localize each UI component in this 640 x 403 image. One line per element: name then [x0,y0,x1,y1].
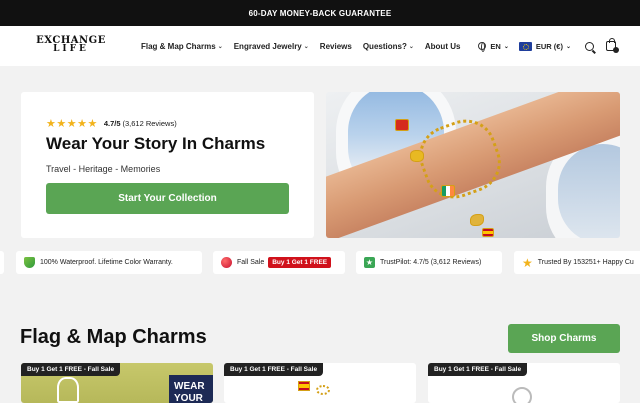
rating-count: (3,612 Reviews) [122,119,177,128]
cart-count-dot [613,47,619,53]
nav-item-engraved-jewelry[interactable]: Engraved Jewelry ⌄ [234,42,309,51]
irish-flag-charm [441,185,455,197]
product-card[interactable]: Buy 1 Get 1 FREE - Fall Sale [224,363,416,403]
hero-rating: ★★★★★ 4.7/5 (3,612 Reviews) [46,117,177,130]
shield-icon [24,257,35,268]
chevron-down-icon: ⌄ [503,43,509,50]
sale-badge: Buy 1 Get 1 FREE - Fall Sale [428,363,528,376]
nav-item-flag-map-charms[interactable]: Flag & Map Charms ⌄ [141,42,223,51]
product-image [512,387,532,403]
currency-label: EUR (€) [535,41,563,51]
spanish-flag-charm [482,228,494,237]
nav-item-label: Engraved Jewelry [233,41,302,51]
shop-charms-button[interactable]: Shop Charms [508,324,620,353]
hero-subtitle: Travel - Heritage - Memories [46,164,161,174]
globe-icon [478,42,487,52]
feature-text: 100% Waterproof. Lifetime Color Warranty… [40,259,173,266]
nav-item-questions[interactable]: Questions? ⌄ [363,42,414,51]
feature-pill: Fall Sale Buy 1 Get 1 FREE [213,251,345,274]
nav-item-label: About Us [424,41,461,51]
nav-item-about-us[interactable]: About Us [425,42,461,51]
chevron-down-icon: ⌄ [217,43,223,50]
rating-stars: ★★★★★ [46,118,98,130]
feature-text: TrustPilot: 4.7/5 (3,612 Reviews) [380,259,482,266]
feature-pill: 100% Waterproof. Lifetime Color Warranty… [16,251,202,274]
map-charm [410,150,424,162]
bag-icon[interactable] [606,38,619,53]
eu-flag-icon [518,41,532,51]
product-card[interactable]: WEAR YOUR Buy 1 Get 1 FREE - Fall Sale [21,363,213,403]
announcement-bar: 60-DAY MONEY-BACK GUARANTEE [0,0,640,26]
ball-icon [221,257,232,268]
nav-utilities: EN ⌄ EUR (€) ⌄ [468,26,619,66]
currency-selector[interactable]: EUR (€) ⌄ [518,41,571,51]
product-image [57,377,79,403]
nav-item-label: Questions? [362,41,407,51]
chevron-down-icon: ⌄ [303,43,309,50]
star-icon: ★ [522,255,533,270]
hero-title: Wear Your Story In Charms [46,134,266,153]
section-title: Flag & Map Charms [20,326,207,348]
main-navigation: EXCHANGE LIFE Flag & Map Charms ⌄ Engrav… [0,26,640,66]
feature-pill-partial [0,251,4,274]
chevron-down-icon: ⌄ [408,43,414,50]
feature-strip: 100% Waterproof. Lifetime Color Warranty… [0,251,640,274]
swiss-flag-charm [395,119,409,131]
logo[interactable]: EXCHANGE LIFE [36,36,106,54]
hero-card: ★★★★★ 4.7/5 (3,612 Reviews) Wear Your St… [21,92,314,238]
announcement-text: 60-DAY MONEY-BACK GUARANTEE [248,8,392,18]
language-selector[interactable]: EN ⌄ [478,41,509,52]
feature-pill: ★ Trusted By 153251+ Happy Cu [514,251,640,274]
nav-item-label: Flag & Map Charms [141,41,216,51]
product-image [316,385,330,395]
sale-badge: Buy 1 Get 1 FREE - Fall Sale [21,363,121,376]
feature-pill: ★ TrustPilot: 4.7/5 (3,612 Reviews) [356,251,502,274]
product-image [298,381,310,391]
hero-image [326,92,620,238]
nav-item-reviews[interactable]: Reviews [320,42,352,51]
nav-menu: Flag & Map Charms ⌄ Engraved Jewelry ⌄ R… [141,26,471,66]
trustpilot-icon: ★ [364,257,375,268]
feature-text: Trusted By 153251+ Happy Cu [537,259,634,266]
feature-text: Fall Sale [237,259,265,266]
map-charm [470,214,484,226]
language-label: EN [490,41,501,51]
search-icon[interactable] [585,41,594,51]
start-collection-button[interactable]: Start Your Collection [46,183,289,214]
product-overlay-text: WEAR YOUR [169,375,213,403]
product-card[interactable]: Buy 1 Get 1 FREE - Fall Sale [428,363,620,403]
rating-value: 4.7/5 [103,119,121,128]
chevron-down-icon: ⌄ [565,43,571,50]
sale-badge: Buy 1 Get 1 FREE [268,257,332,268]
sale-badge: Buy 1 Get 1 FREE - Fall Sale [224,363,324,376]
nav-item-label: Reviews [319,41,352,51]
logo-line-2: LIFE [53,44,89,54]
